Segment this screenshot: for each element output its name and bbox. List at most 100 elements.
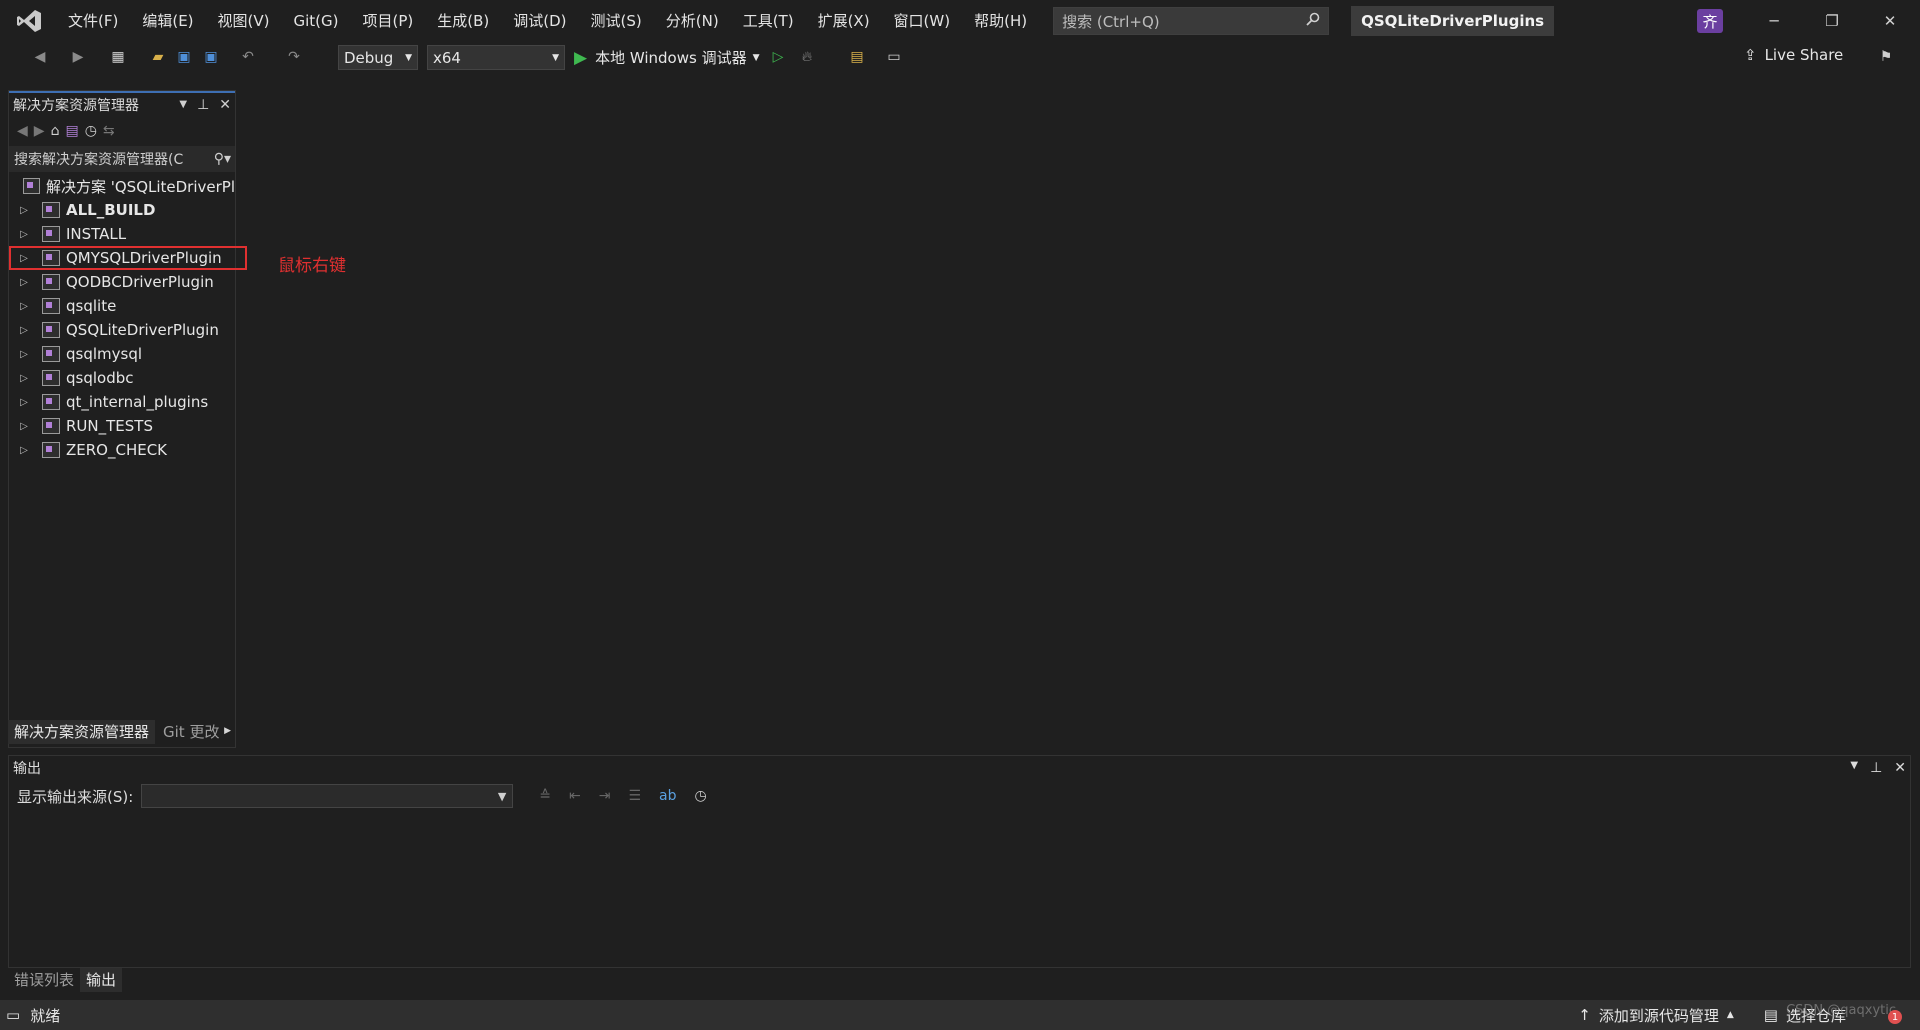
restore-icon[interactable]: ❐ xyxy=(1803,0,1861,42)
project-node[interactable]: ▷ QMYSQLDriverPlugin xyxy=(9,246,247,270)
switch-views-icon[interactable]: ▤ xyxy=(65,123,78,139)
next-message-icon[interactable]: ⇥ xyxy=(599,788,611,804)
project-node[interactable]: ▷ ALL_BUILD xyxy=(9,198,235,222)
expand-arrow-icon[interactable]: ▷ xyxy=(14,325,34,336)
solution-node[interactable]: 解决方案 'QSQLiteDriverPl xyxy=(9,174,235,198)
search-box[interactable]: 搜索 (Ctrl+Q) xyxy=(1053,7,1330,35)
notification-icon[interactable]: ▭ xyxy=(6,1006,20,1024)
menu-item[interactable]: 调试(D) xyxy=(501,0,578,42)
output-source-select[interactable]: ▼ xyxy=(141,784,514,808)
add-to-source-label: 添加到源代码管理 xyxy=(1598,1006,1719,1025)
menu-item[interactable]: 扩展(X) xyxy=(806,0,882,42)
panel-tab[interactable]: 解决方案资源管理器 xyxy=(8,720,156,744)
solution-folder-icon[interactable]: ▤ xyxy=(847,47,867,67)
pin-icon[interactable]: ⊥ xyxy=(197,97,209,113)
expand-arrow-icon[interactable]: ▷ xyxy=(14,277,34,288)
menu-item[interactable]: 视图(V) xyxy=(206,0,282,42)
menu-item[interactable]: 分析(N) xyxy=(654,0,731,42)
menu-item[interactable]: 测试(S) xyxy=(579,0,654,42)
status-ready: 就绪 xyxy=(30,1006,61,1025)
feedback-icon[interactable]: ⚑ xyxy=(1876,47,1896,67)
minimize-icon[interactable]: ─ xyxy=(1745,0,1803,42)
undo-icon[interactable]: ↶ xyxy=(238,47,258,67)
expand-arrow-icon[interactable]: ▷ xyxy=(14,445,34,456)
chevron-down-icon[interactable]: ▼ xyxy=(1850,760,1858,776)
output-toolbar: 显示输出来源(S): ▼ ≙ ⇤ ⇥ ☰ ab ◷ xyxy=(9,780,1910,812)
add-to-source-control-button[interactable]: ↑ 添加到源代码管理 ▲ xyxy=(1578,1005,1734,1026)
home-icon[interactable]: ⌂ xyxy=(51,123,60,139)
project-node[interactable]: ▷ qt_internal_plugins xyxy=(9,390,235,414)
project-label: qsqlmysql xyxy=(66,345,143,363)
search-icon xyxy=(1306,12,1320,30)
notification-badge[interactable]: 1 xyxy=(1888,1010,1902,1024)
expand-arrow-icon[interactable]: ▷ xyxy=(14,205,34,216)
panel-tab[interactable]: 错误列表 xyxy=(8,968,80,992)
chevron-down-icon[interactable]: ▼ xyxy=(179,99,187,110)
play-icon: ▶ xyxy=(574,47,588,68)
project-node[interactable]: ▷ qsqlite xyxy=(9,294,235,318)
forward-icon[interactable]: ▶ xyxy=(34,123,45,139)
platform-select[interactable]: x64 ▼ xyxy=(427,45,565,70)
new-project-icon[interactable]: ▦ xyxy=(108,47,128,67)
expand-arrow-icon[interactable]: ▷ xyxy=(14,229,34,240)
menu-item[interactable]: 项目(P) xyxy=(351,0,426,42)
start-debugging-button[interactable]: ▶ 本地 Windows 调试器 ▼ xyxy=(574,45,760,70)
configuration-select[interactable]: Debug ▼ xyxy=(338,45,418,70)
previous-message-icon[interactable]: ⇤ xyxy=(569,788,581,804)
project-node[interactable]: ▷ RUN_TESTS xyxy=(9,414,235,438)
solution-explorer-tabs: 解决方案资源管理器 Git 更改 xyxy=(8,720,225,744)
project-label: qt_internal_plugins xyxy=(66,393,209,411)
project-label: ALL_BUILD xyxy=(66,201,156,219)
start-without-debugging-icon[interactable]: ▷ xyxy=(768,47,788,67)
project-icon xyxy=(42,418,60,434)
panel-tab[interactable]: 输出 xyxy=(80,968,123,992)
project-label: QODBCDriverPlugin xyxy=(66,273,214,291)
save-all-icon[interactable]: ▣ xyxy=(201,47,221,67)
expand-arrow-icon[interactable]: ▷ xyxy=(14,301,34,312)
account-avatar[interactable]: 齐 xyxy=(1697,9,1723,33)
expand-arrow-icon[interactable]: ▷ xyxy=(14,397,34,408)
window-layout-icon[interactable]: ▭ xyxy=(884,47,904,67)
forward-icon[interactable]: ▶ xyxy=(68,47,88,67)
project-node[interactable]: ▷ QSQLiteDriverPlugin xyxy=(9,318,235,342)
project-node[interactable]: ▷ ZERO_CHECK xyxy=(9,438,235,462)
timestamp-icon[interactable]: ◷ xyxy=(695,788,707,804)
find-message-icon[interactable]: ≙ xyxy=(539,788,551,804)
back-icon[interactable]: ◀ xyxy=(17,123,28,139)
project-icon xyxy=(42,346,60,362)
save-icon[interactable]: ▣ xyxy=(174,47,194,67)
pin-icon[interactable]: ⊥ xyxy=(1870,760,1882,776)
menu-item[interactable]: 窗口(W) xyxy=(882,0,963,42)
menu-item[interactable]: 帮助(H) xyxy=(962,0,1039,42)
back-icon[interactable]: ◀ xyxy=(30,47,50,67)
project-node[interactable]: ▷ qsqlmysql xyxy=(9,342,235,366)
solution-search-input[interactable]: 搜索解决方案资源管理器(C ⚲▾ xyxy=(9,146,235,172)
hot-reload-icon[interactable]: 🔥︎ xyxy=(797,47,817,67)
panel-tab[interactable]: Git 更改 xyxy=(157,720,225,744)
menu-item[interactable]: 工具(T) xyxy=(731,0,806,42)
menu-item[interactable]: 文件(F) xyxy=(56,0,130,42)
open-folder-icon[interactable]: ▰ xyxy=(148,47,168,67)
close-icon[interactable]: ✕ xyxy=(1894,760,1906,776)
project-node[interactable]: ▷ QODBCDriverPlugin xyxy=(9,270,235,294)
project-label: INSTALL xyxy=(66,225,127,243)
expand-arrow-icon[interactable]: ▷ xyxy=(14,349,34,360)
menu-item[interactable]: 编辑(E) xyxy=(130,0,205,42)
project-node[interactable]: ▷ INSTALL xyxy=(9,222,235,246)
output-panel: 输出 ▼ ⊥ ✕ 显示输出来源(S): ▼ ≙ ⇤ ⇥ ☰ ab ◷ xyxy=(8,755,1911,968)
menu-item[interactable]: 生成(B) xyxy=(425,0,501,42)
clear-all-icon[interactable]: ☰ xyxy=(628,788,641,804)
word-wrap-icon[interactable]: ab xyxy=(659,788,676,804)
live-share-button[interactable]: ⇪ Live Share xyxy=(1744,46,1843,64)
sync-icon[interactable]: ⇆ xyxy=(103,123,115,139)
expand-arrow-icon[interactable]: ▷ xyxy=(14,373,34,384)
close-icon[interactable]: ✕ xyxy=(1861,0,1919,42)
highlight-box xyxy=(9,246,247,270)
project-node[interactable]: ▷ qsqlodbc xyxy=(9,366,235,390)
pending-changes-icon[interactable]: ◷ xyxy=(85,123,97,139)
menu-item[interactable]: Git(G) xyxy=(282,0,351,42)
close-icon[interactable]: ✕ xyxy=(219,97,231,113)
expand-arrow-icon[interactable]: ▷ xyxy=(14,421,34,432)
redo-icon[interactable]: ↷ xyxy=(284,47,304,67)
project-icon xyxy=(42,442,60,458)
